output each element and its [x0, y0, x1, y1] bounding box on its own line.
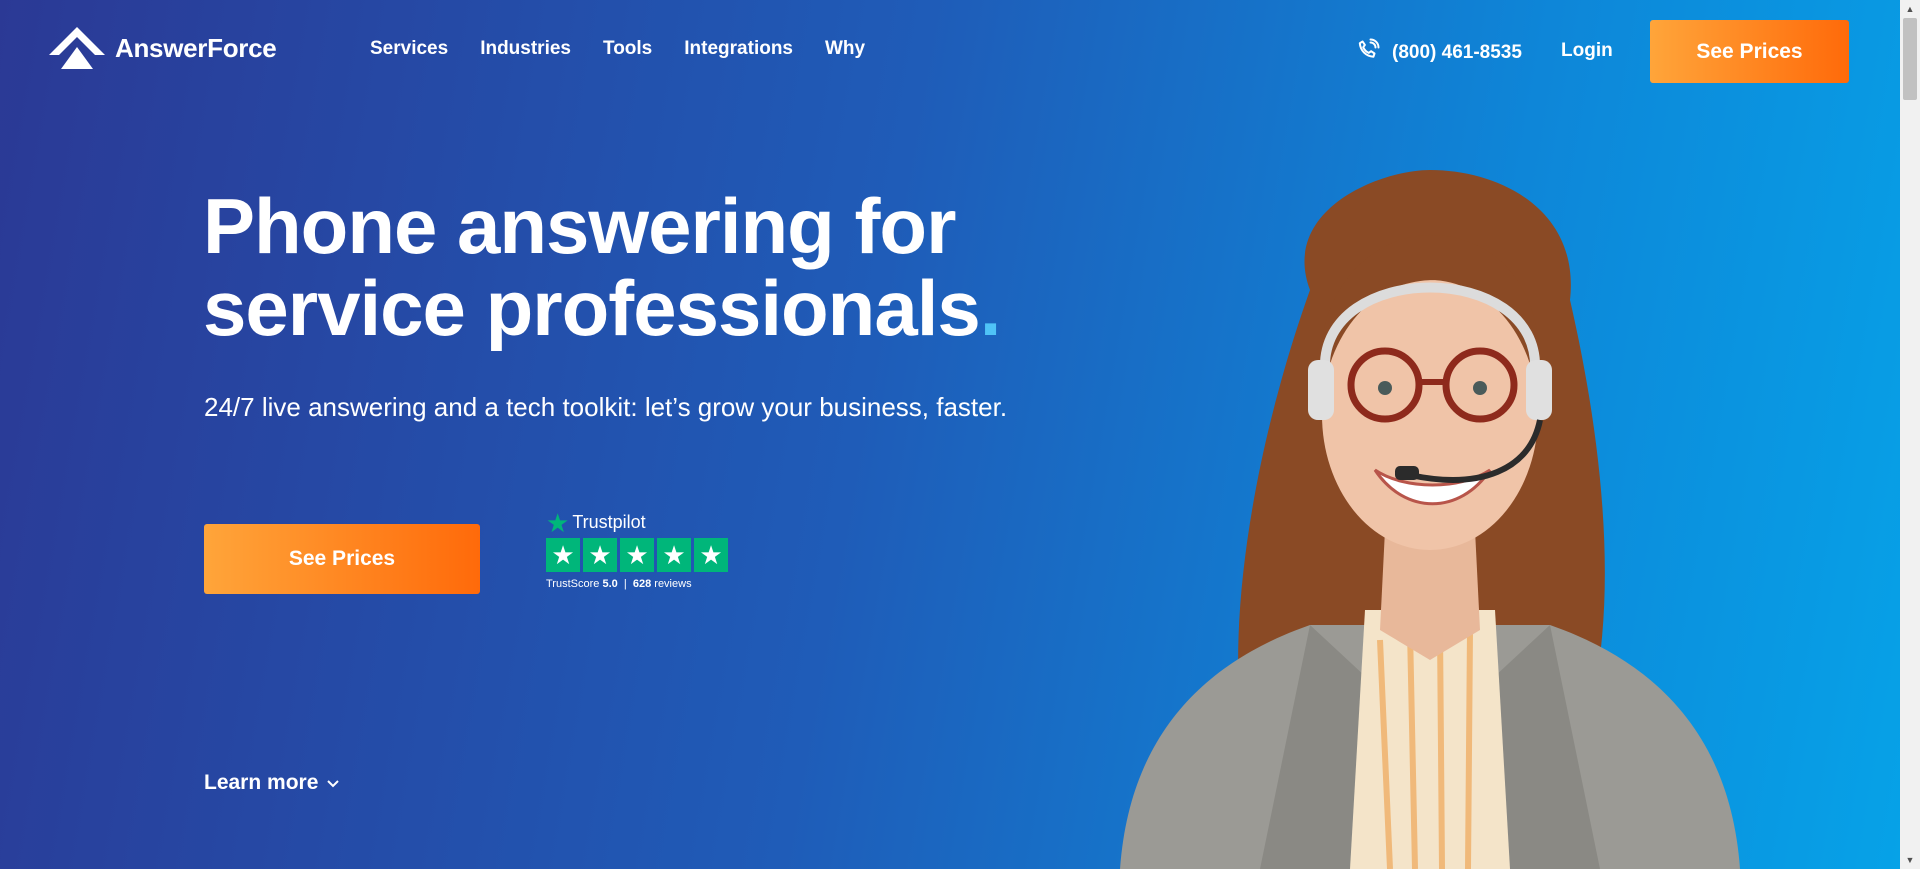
header-see-prices-button[interactable]: See Prices: [1650, 20, 1849, 83]
rating-star-icon: ★: [620, 538, 654, 572]
page-scrollbar[interactable]: ▲ ▼: [1900, 0, 1920, 869]
hero-headline-line2: service professionals: [203, 264, 981, 352]
chevron-down-icon: [326, 771, 340, 795]
trustpilot-star-icon: ★: [546, 507, 570, 538]
scroll-thumb[interactable]: [1903, 18, 1917, 100]
trustpilot-rating-stars: ★ ★ ★ ★ ★: [546, 538, 728, 572]
trustscore-separator: |: [623, 578, 627, 590]
hero-headline-line1: Phone answering for: [203, 182, 956, 270]
answerforce-logo-icon: [49, 27, 105, 69]
logo-text: AnswerForce: [115, 32, 277, 63]
phone-number: (800) 461-8535: [1392, 42, 1522, 63]
hero-headline-dot: .: [979, 264, 1002, 352]
phone-icon: [1356, 38, 1380, 68]
trustscore-label: TrustScore: [546, 578, 600, 590]
reviews-label: reviews: [654, 578, 692, 590]
learn-more-label: Learn more: [204, 771, 319, 794]
login-link[interactable]: Login: [1561, 40, 1613, 62]
scroll-down-arrow-icon[interactable]: ▼: [1900, 851, 1920, 869]
nav-integrations[interactable]: Integrations: [684, 38, 793, 60]
learn-more-link[interactable]: Learn more: [204, 771, 340, 795]
main-nav: Services Industries Tools Integrations W…: [370, 38, 865, 60]
logo-link[interactable]: AnswerForce: [49, 27, 277, 69]
nav-industries[interactable]: Industries: [480, 38, 571, 60]
trustpilot-widget[interactable]: ★ Trustpilot ★ ★ ★ ★ ★ TrustScore 5.0 | …: [546, 507, 728, 590]
rating-star-icon: ★: [694, 538, 728, 572]
trustpilot-score: TrustScore 5.0 | 628 reviews: [546, 578, 728, 590]
scroll-up-arrow-icon[interactable]: ▲: [1900, 0, 1920, 18]
nav-services[interactable]: Services: [370, 38, 448, 60]
hero-subhead: 24/7 live answering and a tech toolkit: …: [204, 392, 1008, 422]
hero-headline: Phone answering for service professional…: [203, 182, 1002, 352]
trustscore-value: 5.0: [602, 578, 618, 590]
phone-link[interactable]: (800) 461-8535: [1356, 38, 1522, 68]
trustpilot-brand: ★ Trustpilot: [546, 507, 728, 538]
trustpilot-brand-text: Trustpilot: [572, 512, 646, 532]
reviews-count: 628: [632, 578, 652, 590]
hero-agent-image: [1120, 170, 1740, 869]
nav-tools[interactable]: Tools: [603, 38, 652, 60]
rating-star-icon: ★: [657, 538, 691, 572]
rating-star-icon: ★: [583, 538, 617, 572]
page: AnswerForce Services Industries Tools In…: [0, 0, 1900, 869]
nav-why[interactable]: Why: [825, 38, 865, 60]
hero-see-prices-button[interactable]: See Prices: [204, 524, 480, 594]
rating-star-icon: ★: [546, 538, 580, 572]
